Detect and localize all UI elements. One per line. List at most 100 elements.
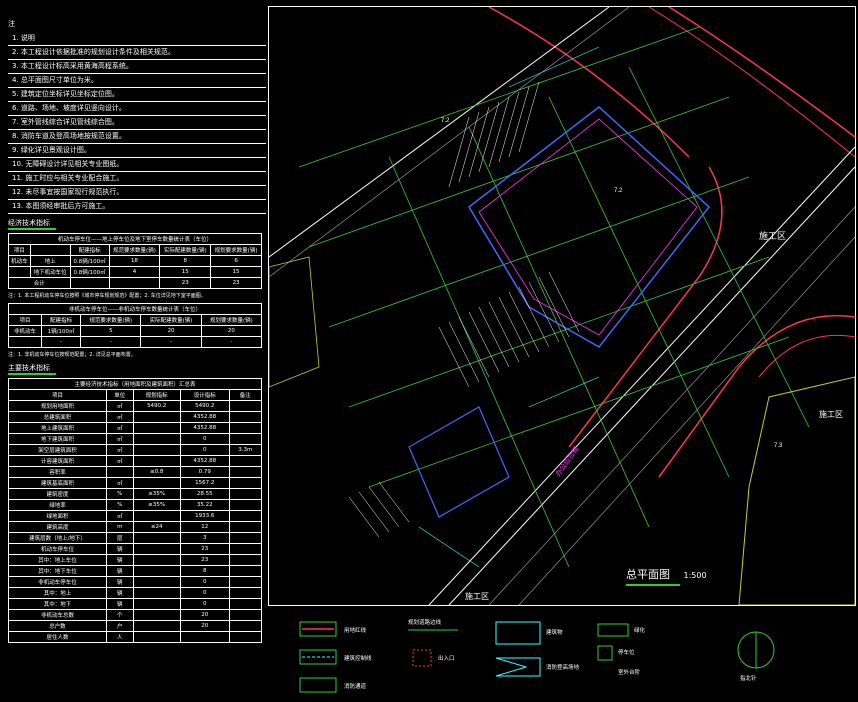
table-cell: 0 <box>179 598 230 610</box>
table-cell: 18 <box>108 255 161 267</box>
table-cell: - <box>80 336 142 348</box>
table-cell <box>132 587 181 599</box>
table-row: 非机动车 1辆/100㎡ 5 20 20 <box>8 325 263 337</box>
construction-zone-label: 施工区 <box>759 230 786 241</box>
table-cell: 辆 <box>106 543 134 555</box>
table-cell: 20 <box>179 620 230 632</box>
legend-symbol <box>299 677 337 693</box>
table-row: 其中：地上车位辆 23 <box>8 554 263 566</box>
note-item: 13. 本图须经审批后方可施工。 <box>8 200 266 214</box>
table-cell: 15 <box>159 266 212 278</box>
indicators-table-caption: 主要经济技术指标（用地面积及建筑面积）汇总表 <box>8 378 262 390</box>
table-cell: ≥35% <box>132 499 181 511</box>
table-cell <box>179 631 230 643</box>
table-cell: 地下建筑面积 <box>8 433 107 445</box>
table-cell: 0 <box>179 444 230 456</box>
table-cell <box>132 598 181 610</box>
notes-panel: 注 1. 说明 2. 本工程设计依据批准的规划设计条件及相关规范。 3. 本工程设计… <box>8 18 266 696</box>
indicators-header-cell: 项目 <box>8 389 107 401</box>
table-cell <box>132 510 181 522</box>
table-cell: m <box>106 521 134 533</box>
indicators-header-cell: 备注 <box>228 389 263 401</box>
note-item: 12. 未尽事宜按国家现行规范执行。 <box>8 186 266 200</box>
table-cell: 层 <box>106 532 134 544</box>
table-row: 地上建筑面积㎡ 4352.88 <box>8 422 263 434</box>
legend: 用地红线 建筑控制线 消防通道 规划道路边线 出入口 建筑物 消防登高场地 绿化… <box>268 608 856 698</box>
legend-label: 绿化 <box>634 628 646 634</box>
table-cell <box>228 422 263 434</box>
table-cell: 建筑密度 <box>8 488 107 500</box>
site-plan-drawing[interactable]: 施工区 施工区 施工区 办公综合楼 7.2 7.2 7.3 <box>268 6 856 606</box>
table-cell: 其中：地下车位 <box>8 565 107 577</box>
table-cell <box>132 422 181 434</box>
note-item: 8. 消防车道及登高场地按规范设置。 <box>8 130 266 144</box>
table-cell: 4352.88 <box>179 422 230 434</box>
note-item: 6. 道路、场地、坡度详见竖向设计。 <box>8 102 266 116</box>
table-cell: 架空层建筑面积 <box>8 444 107 456</box>
drawing-scale: 1:500 <box>683 571 707 580</box>
table-row: 机动车 地上 0.8辆/100㎡ 18 8 6 <box>8 255 262 267</box>
table-row: 建筑层数（地上/地下）层 3 <box>8 532 263 544</box>
table-cell <box>228 587 263 599</box>
table-cell <box>228 565 263 577</box>
parking-header-cell: 实际配建数量(辆) <box>159 244 212 256</box>
table-cell: 4352.88 <box>179 455 230 467</box>
table-cell: 23 <box>159 277 212 289</box>
table-cell: 辆 <box>106 554 134 566</box>
legend-symbol <box>495 657 541 677</box>
parking-table-note: 注：1. 本工程机动车停车位按照《城市停车规划规范》配置；2. 车位详见地下室平… <box>8 293 206 299</box>
legend-label: 出入口 <box>438 656 455 662</box>
table-row: 其中：地上辆 0 <box>8 587 263 599</box>
table-cell: 个 <box>106 609 134 621</box>
legend-label: 停车位 <box>618 650 635 656</box>
legend-label: 建筑物 <box>546 630 563 636</box>
building-outline <box>408 406 510 518</box>
table-cell: 地上建筑面积 <box>8 422 107 434</box>
construction-zone-label: 施工区 <box>465 591 489 601</box>
table-cell: 总建筑面积 <box>8 411 107 423</box>
table-row: 建筑基底面积㎡ 1567.2 <box>8 477 263 489</box>
table-cell <box>228 609 263 621</box>
table-cell: % <box>106 499 134 511</box>
legend-label: 建筑控制线 <box>344 656 372 662</box>
parking-header-cell: 配建指标 <box>69 244 110 256</box>
table-cell: ㎡ <box>106 411 134 423</box>
legend-symbol <box>495 621 541 645</box>
legend-symbol <box>412 649 432 667</box>
table-cell <box>132 565 181 577</box>
table-cell: 绿地率 <box>8 499 107 511</box>
table-cell: 地上 <box>29 255 71 267</box>
bicycle-header-cell: 规范要求数量(辆) <box>80 314 142 326</box>
table-cell <box>228 554 263 566</box>
indicators-table-body: 规划用地面积㎡ 5490.2 5490.2 总建筑面积㎡ 4352.88 地上建筑面积㎡ 4… <box>8 400 263 643</box>
site-plan-canvas[interactable]: 施工区 施工区 施工区 办公综合楼 7.2 7.2 7.3 <box>268 6 856 606</box>
drawing-title: 总平面图 <box>626 568 670 581</box>
note-item: 11. 施工时应与相关专业配合施工。 <box>8 172 266 186</box>
neighbour-parcel <box>268 256 320 388</box>
parking-header-cell: 规范要求数量(辆) <box>108 244 161 256</box>
title-underline <box>626 584 680 586</box>
table-row: 机动车停车位辆 23 <box>8 543 263 555</box>
table-cell <box>132 477 181 489</box>
indicators-header-cell: 单位 <box>106 389 134 401</box>
table-cell: - <box>200 336 263 348</box>
table-cell: 23 <box>179 543 230 555</box>
bicycle-header-cell: 配建指标 <box>40 314 82 326</box>
legend-label: 用地红线 <box>344 628 367 634</box>
table-cell <box>228 499 263 511</box>
table-cell <box>132 631 181 643</box>
note-item: 4. 总平面图尺寸单位为米。 <box>8 74 266 88</box>
table-cell <box>228 488 263 500</box>
table-cell <box>132 554 181 566</box>
table-cell <box>132 576 181 588</box>
table-row: 非机动车总数个 20 <box>8 609 263 621</box>
table-cell <box>228 576 263 588</box>
table-cell: 0 <box>179 587 230 599</box>
table-cell: 3.3m <box>228 444 263 456</box>
note-item: 2. 本工程设计依据批准的规划设计条件及相关规范。 <box>8 46 266 60</box>
table-cell: 总户数 <box>8 620 107 632</box>
table-cell <box>228 455 263 467</box>
design-notes: 注 1. 说明 2. 本工程设计依据批准的规划设计条件及相关规范。 3. 本工程设计… <box>8 18 266 214</box>
building-outline <box>478 118 698 336</box>
table-row: 居住人数人 <box>8 631 263 643</box>
